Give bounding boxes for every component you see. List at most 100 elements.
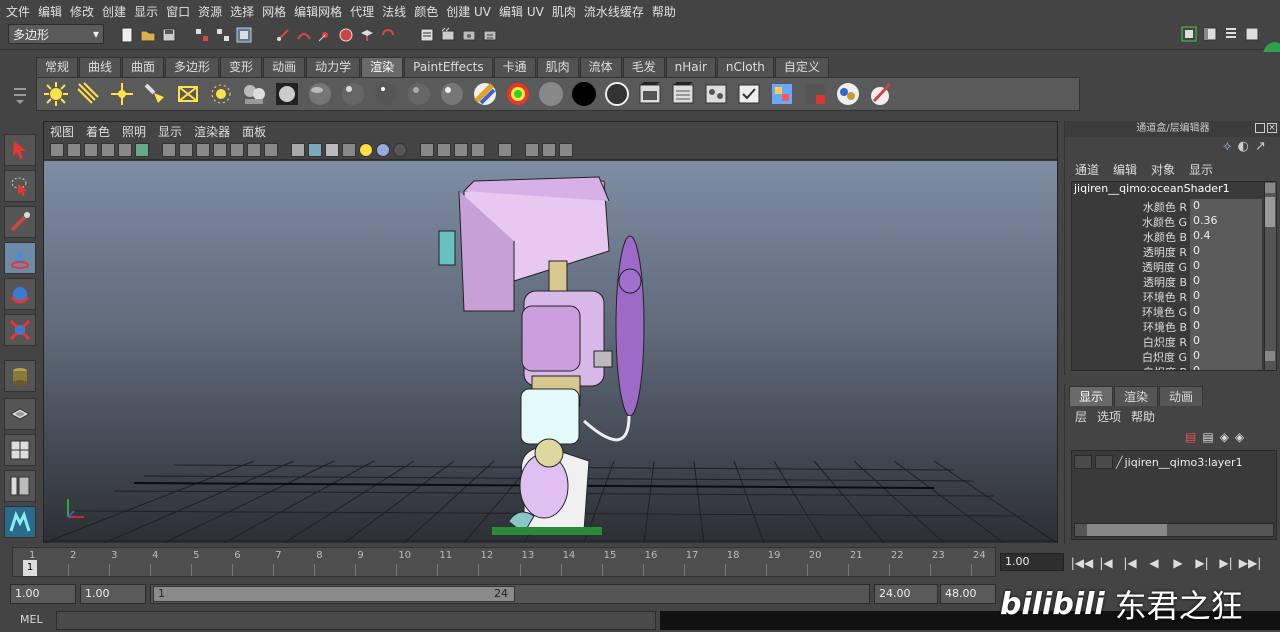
new-scene-icon[interactable] <box>118 26 136 44</box>
shading-map-icon[interactable] <box>602 79 632 109</box>
all-lights-icon[interactable] <box>376 142 390 157</box>
attribute-editor-toggle-icon[interactable] <box>1180 25 1198 43</box>
step-forward-frame-icon[interactable]: ▶| <box>1214 554 1238 572</box>
scroll-down-icon[interactable] <box>1265 351 1275 361</box>
menu-item[interactable]: 肌肉 <box>552 3 583 20</box>
film-gate-icon[interactable] <box>135 142 149 157</box>
layer-row[interactable]: ╱ jiqiren__qimo3:layer1 <box>1074 453 1274 471</box>
attribute-row[interactable]: 透明度 G0 <box>1072 259 1262 274</box>
wireframe-on-shaded-icon[interactable] <box>325 142 339 157</box>
visibility-toggle[interactable] <box>1074 455 1092 469</box>
attribute-value-field[interactable]: 0 <box>1190 274 1262 289</box>
make-light-links-icon[interactable] <box>635 79 665 109</box>
snap-view-plane-icon[interactable] <box>358 26 376 44</box>
attribute-value-field[interactable]: 0 <box>1190 334 1262 349</box>
batch-render-icon[interactable] <box>734 79 764 109</box>
resolution-gate-icon[interactable] <box>162 142 176 157</box>
shelf-tab[interactable]: 曲线 <box>79 57 122 77</box>
layer-editor-tab[interactable]: 显示 <box>1069 386 1114 406</box>
snap-curve-icon[interactable] <box>295 26 313 44</box>
mel-label[interactable]: MEL <box>20 613 43 626</box>
scene-canvas[interactable] <box>43 161 1058 544</box>
grid-toggle-icon[interactable] <box>118 142 132 157</box>
blinn-shader-icon[interactable] <box>338 79 368 109</box>
open-scene-icon[interactable] <box>139 26 157 44</box>
last-tool-icon[interactable] <box>4 360 36 392</box>
layer-editor-tab[interactable]: 动画 <box>1159 386 1204 406</box>
history-icon[interactable] <box>418 26 436 44</box>
select-object-icon[interactable] <box>214 26 232 44</box>
camera-select-icon[interactable] <box>50 142 64 157</box>
shelf-tab[interactable]: 多边形 <box>165 57 220 77</box>
menu-item[interactable]: 创建 UV <box>446 3 498 20</box>
lambert-shader-icon[interactable] <box>305 79 335 109</box>
color-swatch-icon[interactable]: ╱ <box>1116 456 1123 469</box>
render-current-icon[interactable] <box>272 79 302 109</box>
attribute-row[interactable]: 水颜色 B 0.4 <box>1072 229 1262 244</box>
scale-tool-icon[interactable] <box>4 314 36 346</box>
hypershade-icon[interactable] <box>767 79 797 109</box>
save-scene-icon[interactable] <box>160 26 178 44</box>
render-frame-icon[interactable] <box>439 26 457 44</box>
shelf-tab[interactable]: nHair <box>665 57 716 77</box>
channel-box-toggle-icon[interactable] <box>1222 25 1240 43</box>
new-empty-layer-icon[interactable]: ◈ <box>1220 430 1229 444</box>
shelf-tab[interactable]: 自定义 <box>774 57 829 77</box>
bookmark-icon[interactable] <box>84 142 98 157</box>
attribute-value-field[interactable]: 0 <box>1190 349 1262 364</box>
share-icon[interactable] <box>559 142 573 157</box>
float-panel-icon[interactable] <box>1255 123 1265 133</box>
perspective-viewport[interactable]: 视图 着色 照明 显示 渲染器 面板 <box>43 121 1058 544</box>
attribute-value-field[interactable]: 0 <box>1190 199 1262 214</box>
shelf-tab[interactable]: 常规 <box>36 57 79 77</box>
move-tool-icon[interactable] <box>4 242 36 274</box>
layered-shader-icon[interactable] <box>470 79 500 109</box>
scroll-thumb[interactable] <box>1265 197 1275 227</box>
close-icon[interactable]: × <box>1267 123 1277 133</box>
outliner-layout-icon[interactable] <box>4 470 36 502</box>
menu-item[interactable]: 编辑 UV <box>499 3 551 20</box>
single-perspective-layout-icon[interactable] <box>4 398 36 430</box>
menu-item[interactable]: 窗口 <box>166 3 197 20</box>
menu-item[interactable]: 颜色 <box>414 3 445 20</box>
area-light-icon[interactable] <box>173 79 203 109</box>
attribute-value-field[interactable]: 0.4 <box>1190 229 1262 244</box>
viewport-menu-item[interactable]: 视图 <box>50 123 74 140</box>
new-layer-selected-icon[interactable]: ◈ <box>1235 430 1244 444</box>
scroll-up-icon[interactable] <box>1265 183 1275 193</box>
menu-item[interactable]: 法线 <box>382 3 413 20</box>
menu-item[interactable]: 文件 <box>6 3 37 20</box>
lasso-tool-icon[interactable] <box>4 170 36 202</box>
start-time-field[interactable]: 1.00 <box>10 584 76 604</box>
time-slider[interactable]: 1 2 3 4 5 6 7 8 9 10 11 12 13 14 15 16 17 18 19 20 21 22 23 24 … <box>0 545 1280 579</box>
image-plane-icon[interactable] <box>101 142 115 157</box>
playback-end-field[interactable]: 24.00 <box>874 584 938 604</box>
rotate-tool-icon[interactable] <box>4 278 36 310</box>
attribute-row[interactable]: 白炽度 G0 <box>1072 349 1262 364</box>
snap-grid-icon[interactable] <box>274 26 292 44</box>
attribute-value-field[interactable]: 0 <box>1190 289 1262 304</box>
shadows-icon[interactable] <box>393 142 407 157</box>
shelf-tab[interactable]: PaintEffects <box>404 57 493 77</box>
viewport-menu-item[interactable]: 面板 <box>242 123 266 140</box>
phonge-shader-icon[interactable] <box>404 79 434 109</box>
shelf-tab[interactable]: 流体 <box>579 57 622 77</box>
surface-shader-icon[interactable] <box>536 79 566 109</box>
shelf-tab[interactable]: 渲染 <box>361 57 404 77</box>
channel-box-menu-item[interactable]: 对象 <box>1151 161 1175 178</box>
object-name[interactable]: jiqiren__qimo:oceanShader1 <box>1072 182 1262 198</box>
display-type-toggle[interactable] <box>1095 455 1113 469</box>
robot-model[interactable] <box>438 176 645 535</box>
safe-action-icon[interactable] <box>213 142 227 157</box>
xray-icon[interactable] <box>437 142 451 157</box>
ramp-shader-icon[interactable] <box>503 79 533 109</box>
layer-editor-menu-item[interactable]: 帮助 <box>1131 408 1155 425</box>
end-time-field[interactable]: 48.00 <box>940 584 996 604</box>
field-chart-icon[interactable] <box>196 142 210 157</box>
range-handle[interactable]: 1 24 <box>153 586 515 602</box>
shelf-menu-icon[interactable] <box>10 82 30 110</box>
render-settings-icon[interactable] <box>481 26 499 44</box>
layer-editor-menu-item[interactable]: 层 <box>1075 408 1087 425</box>
gate-mask-icon[interactable] <box>179 142 193 157</box>
camera-attributes-icon[interactable] <box>67 142 81 157</box>
